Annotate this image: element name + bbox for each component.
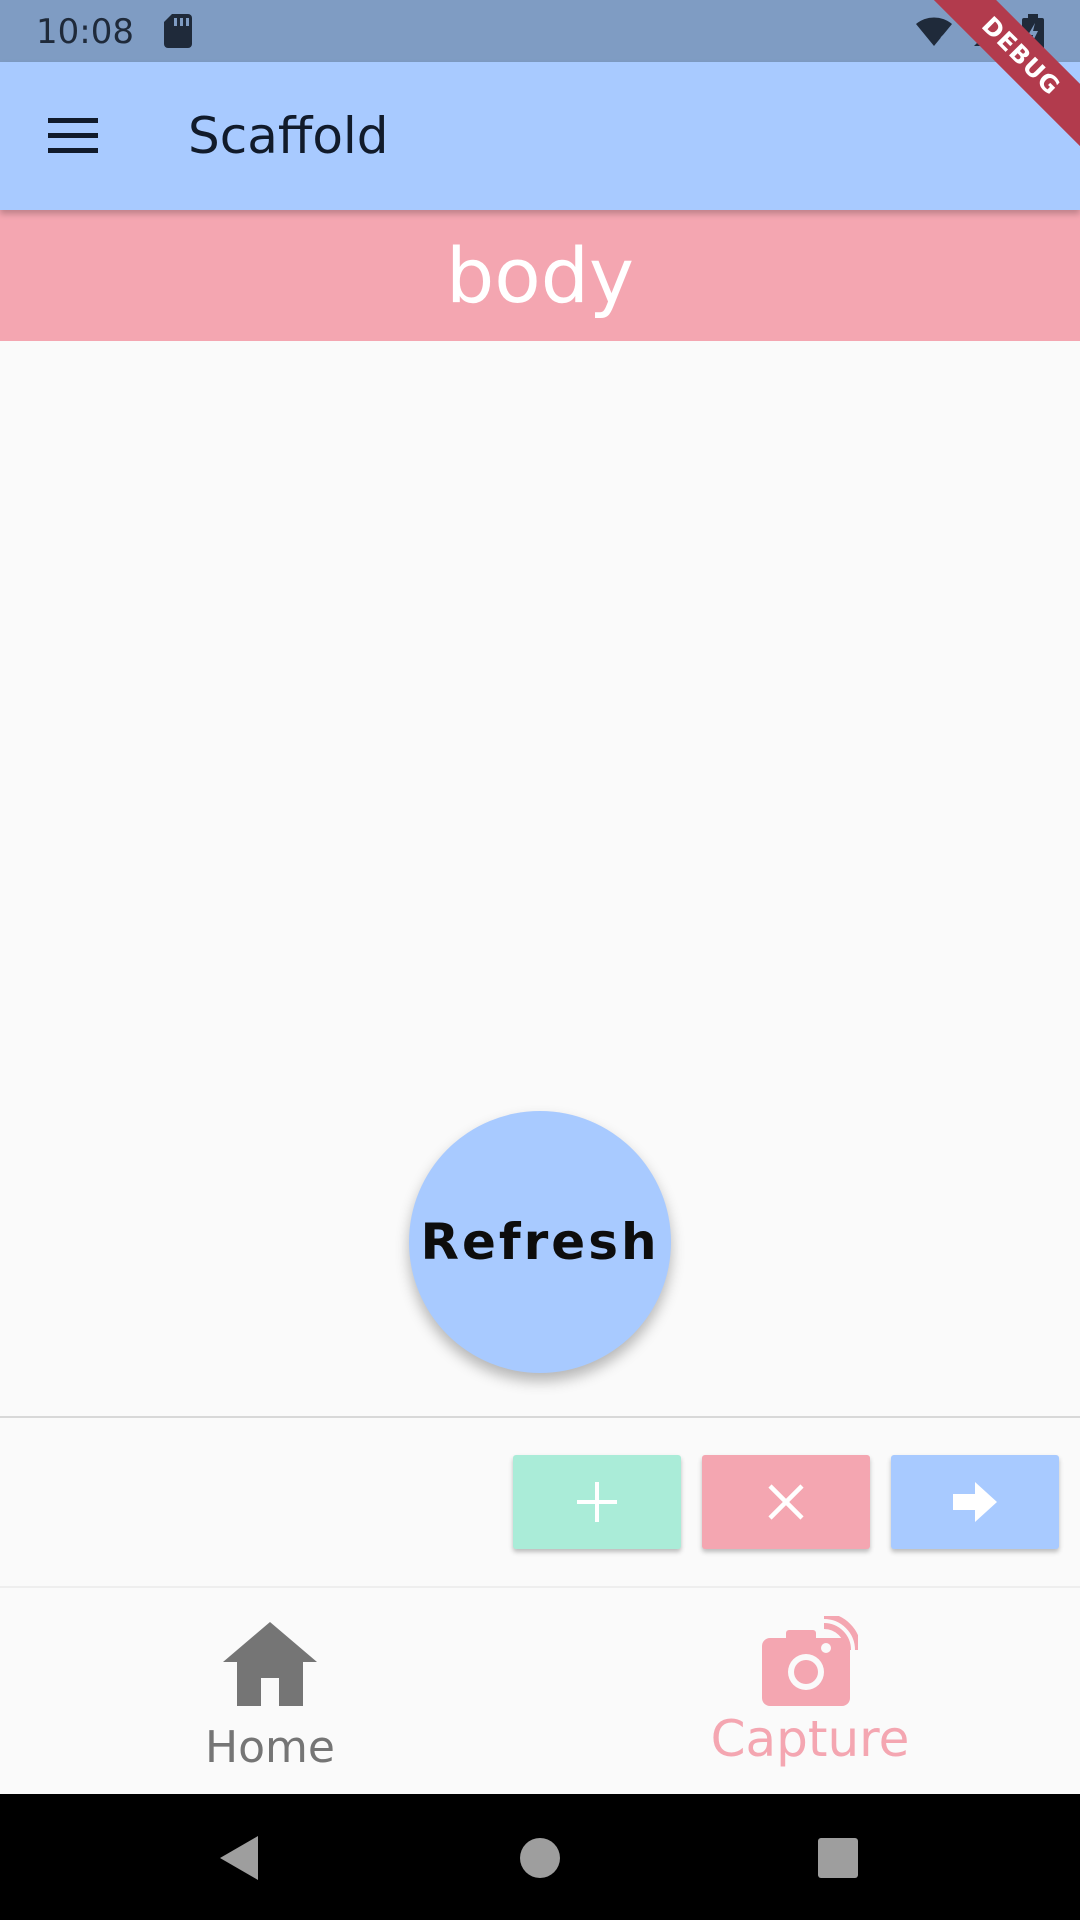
arrow-right-icon (953, 1482, 997, 1522)
home-circle-icon[interactable] (512, 1830, 568, 1886)
add-button[interactable] (513, 1455, 681, 1549)
body-banner: body (0, 210, 1080, 341)
next-button[interactable] (891, 1455, 1059, 1549)
close-icon (768, 1484, 804, 1520)
app-title: Scaffold (188, 107, 389, 165)
status-bar: 10:08 (0, 0, 1080, 62)
camera-icon (762, 1616, 858, 1706)
sd-card-icon (164, 14, 192, 48)
recents-icon[interactable] (810, 1830, 866, 1886)
refresh-button[interactable]: Refresh (409, 1111, 671, 1373)
home-icon (223, 1622, 317, 1706)
nav-item-home[interactable]: Home (0, 1588, 540, 1796)
refresh-button-label: Refresh (420, 1213, 660, 1271)
wifi-off-icon (916, 17, 952, 46)
nav-item-capture[interactable]: Capture (540, 1588, 1080, 1796)
status-time: 10:08 (36, 12, 134, 52)
menu-icon[interactable] (48, 112, 98, 160)
bottom-nav: Home Capture (0, 1586, 1080, 1794)
back-icon[interactable] (212, 1830, 268, 1886)
system-nav-bar (0, 1794, 1080, 1920)
nav-item-home-label: Home (205, 1722, 335, 1773)
body-label: body (446, 230, 634, 320)
close-button[interactable] (702, 1455, 870, 1549)
footer-buttons (0, 1418, 1080, 1586)
nav-item-capture-label: Capture (710, 1710, 910, 1768)
plus-icon (577, 1482, 617, 1522)
app-bar: Scaffold (0, 62, 1080, 210)
